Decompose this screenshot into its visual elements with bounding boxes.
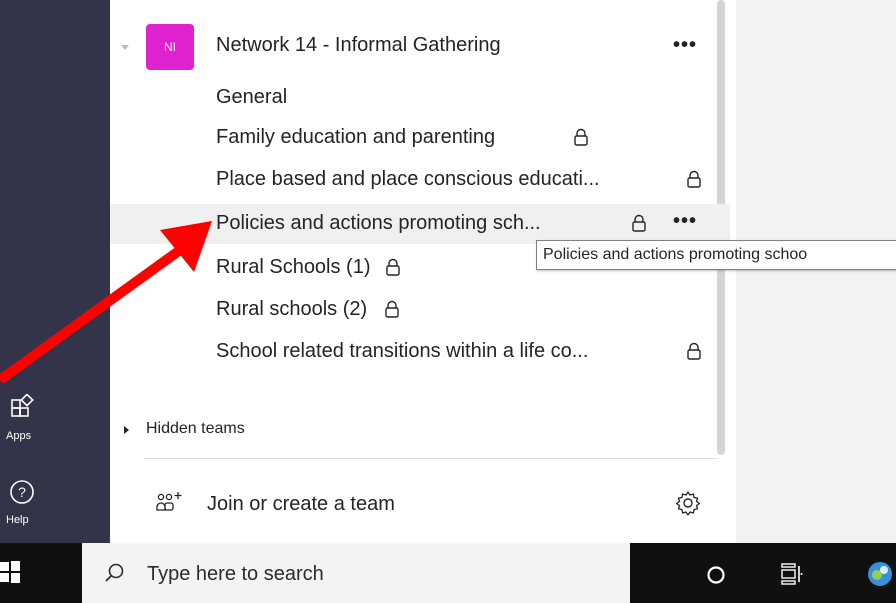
channel-label: Rural Schools (1): [216, 256, 371, 278]
channel-label: Family education and parenting: [216, 126, 496, 148]
join-or-create-label: Join or create a team: [207, 493, 395, 515]
browser-taskbar-icon[interactable]: [864, 558, 896, 590]
channel-label: Rural schools (2): [216, 298, 368, 320]
content-area: [736, 0, 896, 543]
channel-place-based[interactable]: Place based and place conscious educati.…: [110, 160, 730, 200]
people-add-icon: [156, 492, 182, 511]
channel-rural-schools-2[interactable]: Rural schools (2): [110, 290, 730, 330]
join-or-create-team-button[interactable]: Join or create a team: [144, 478, 718, 528]
app-rail: Apps ? Help: [0, 0, 110, 543]
channel-label: Place based and place conscious educati.…: [216, 168, 600, 190]
channel-policies-and-actions[interactable]: Policies and actions promoting sch... ••…: [110, 204, 730, 244]
task-view-icon[interactable]: [780, 562, 804, 586]
team-avatar: NI: [146, 24, 194, 70]
channel-label: Policies and actions promoting sch...: [216, 212, 541, 234]
windows-start-icon[interactable]: [0, 560, 20, 584]
help-button[interactable]: ? Help: [0, 476, 110, 526]
team-more-options-icon[interactable]: •••: [673, 34, 697, 57]
hidden-teams-label: Hidden teams: [146, 420, 245, 437]
search-placeholder: Type here to search: [147, 563, 324, 585]
help-label: Help: [6, 514, 29, 526]
svg-text:?: ?: [18, 484, 26, 500]
channel-label: School related transitions within a life…: [216, 340, 589, 362]
lock-icon: [574, 128, 588, 146]
help-icon: ?: [10, 480, 34, 504]
settings-gear-icon[interactable]: [675, 490, 701, 516]
team-name[interactable]: Network 14 - Informal Gathering: [216, 34, 501, 57]
lock-icon: [385, 300, 399, 318]
channel-general[interactable]: General: [110, 78, 730, 118]
lock-icon: [632, 214, 646, 232]
channel-tooltip: Policies and actions promoting schoo: [536, 240, 896, 270]
channel-more-options-icon[interactable]: •••: [673, 210, 697, 233]
channel-family-education[interactable]: Family education and parenting: [110, 118, 730, 158]
lock-icon: [687, 170, 701, 188]
apps-button[interactable]: Apps: [0, 392, 110, 442]
lock-icon: [386, 258, 400, 276]
expand-caret-icon: [124, 426, 129, 434]
apps-label: Apps: [6, 430, 32, 442]
apps-icon: [11, 394, 34, 417]
cortana-icon[interactable]: [705, 564, 727, 586]
screenshot: Apps ? Help NI Network 14 - Informal Gat…: [0, 0, 896, 603]
divider: [144, 458, 718, 459]
collapse-caret-icon[interactable]: [121, 45, 129, 50]
lock-icon: [687, 342, 701, 360]
search-icon: [105, 563, 124, 582]
channel-school-transitions[interactable]: School related transitions within a life…: [110, 332, 730, 372]
channel-label: General: [216, 86, 288, 108]
